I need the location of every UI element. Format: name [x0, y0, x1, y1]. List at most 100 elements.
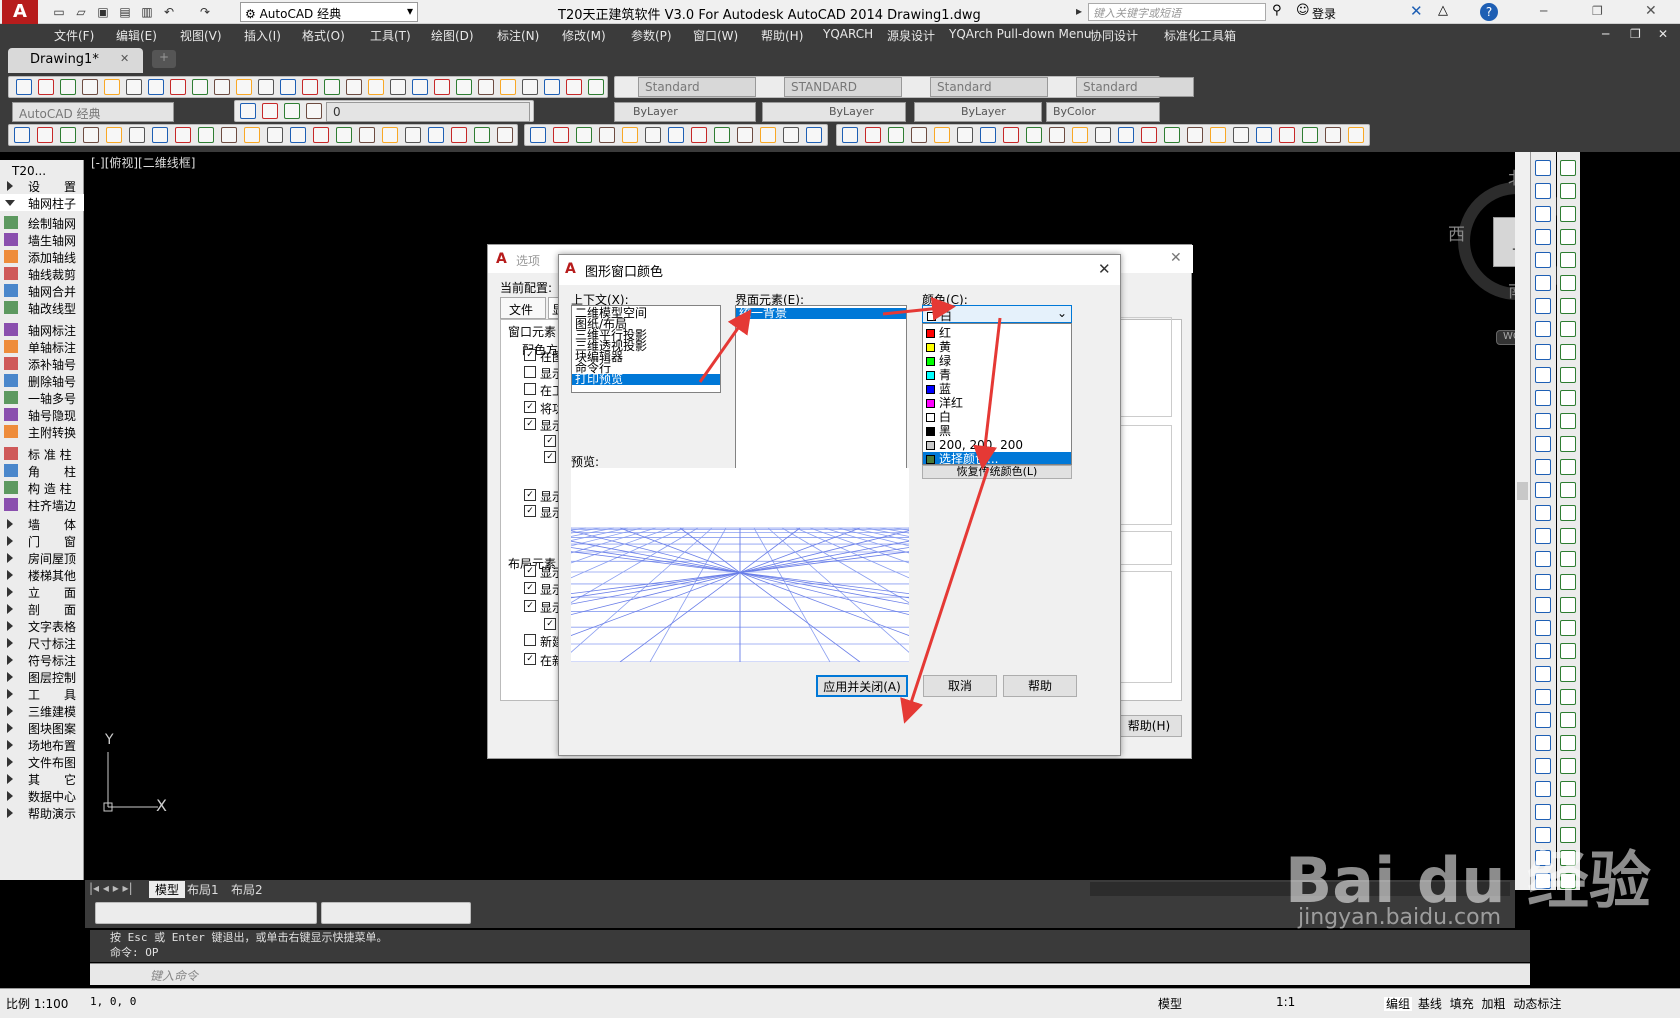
- draw-tool-icon[interactable]: [1560, 574, 1576, 590]
- layer-tool-icon[interactable]: [284, 103, 300, 119]
- modify-tool-icon[interactable]: [1535, 781, 1551, 797]
- apply-close-button[interactable]: 应用并关闭(A): [816, 675, 908, 697]
- draw-tool-icon[interactable]: [1560, 252, 1576, 268]
- multileader-style-select[interactable]: Standard: [1076, 77, 1194, 97]
- menu-item[interactable]: 标准化工具箱: [1164, 27, 1236, 44]
- modify-tool-icon[interactable]: [1535, 252, 1551, 268]
- menu-item[interactable]: 工具(T): [370, 27, 411, 44]
- sidebar-item[interactable]: 绘制轴网: [0, 214, 84, 231]
- element-list[interactable]: 统一背景: [735, 305, 907, 477]
- tz-tool-icon[interactable]: [129, 127, 145, 143]
- standard-tool-icon[interactable]: [148, 79, 164, 95]
- modify-tool-icon[interactable]: [1535, 528, 1551, 544]
- modify-tool-icon[interactable]: [1535, 183, 1551, 199]
- color-option[interactable]: 黄: [923, 340, 1071, 354]
- checkbox[interactable]: [524, 366, 536, 378]
- exchange-icon[interactable]: ✕: [1410, 2, 1423, 20]
- save-icon[interactable]: ▣: [94, 3, 112, 21]
- tz-tool-icon[interactable]: [1279, 127, 1295, 143]
- sidebar-item[interactable]: 单轴标注: [0, 338, 84, 355]
- tz-tool-icon[interactable]: [152, 127, 168, 143]
- color-option[interactable]: 200, 200, 200: [923, 438, 1071, 452]
- tz-tool-icon[interactable]: [1256, 127, 1272, 143]
- modify-tool-icon[interactable]: [1535, 551, 1551, 567]
- standard-tool-icon[interactable]: [500, 79, 516, 95]
- modify-tool-icon[interactable]: [1535, 620, 1551, 636]
- tz-tool-icon[interactable]: [599, 127, 615, 143]
- tz-tool-icon[interactable]: [382, 127, 398, 143]
- annotation-scale[interactable]: 1:1: [1276, 995, 1295, 1009]
- standard-tool-icon[interactable]: [16, 79, 32, 95]
- sidebar-item[interactable]: 其 它: [0, 770, 84, 787]
- sidebar-item[interactable]: 场地布置: [0, 736, 84, 753]
- sidebar-item[interactable]: 轴改线型: [0, 299, 84, 316]
- standard-tool-icon[interactable]: [302, 79, 318, 95]
- color-option[interactable]: 青: [923, 368, 1071, 382]
- sidebar-item[interactable]: 角 柱: [0, 462, 84, 479]
- standard-tool-icon[interactable]: [170, 79, 186, 95]
- draw-tool-icon[interactable]: [1560, 229, 1576, 245]
- draw-tool-icon[interactable]: [1560, 482, 1576, 498]
- sidebar-item[interactable]: 文字表格: [0, 617, 84, 634]
- color-option[interactable]: 白: [923, 410, 1071, 424]
- sidebar-item[interactable]: 柱齐墙边: [0, 496, 84, 513]
- modify-tool-icon[interactable]: [1535, 344, 1551, 360]
- modify-tool-icon[interactable]: [1535, 597, 1551, 613]
- document-tab[interactable]: Drawing1* ✕: [8, 48, 143, 73]
- tz-tool-icon[interactable]: [576, 127, 592, 143]
- sidebar-item[interactable]: 门 窗: [0, 532, 84, 549]
- tz-tool-icon[interactable]: [1233, 127, 1249, 143]
- draw-tool-icon[interactable]: [1560, 367, 1576, 383]
- tz-tool-icon[interactable]: [14, 127, 30, 143]
- plotstyle-control[interactable]: ByColor: [1046, 102, 1160, 122]
- sidebar-item[interactable]: 帮助演示: [0, 804, 84, 821]
- draw-tool-icon[interactable]: [1560, 206, 1576, 222]
- search-toggle-icon[interactable]: ▸: [1076, 4, 1082, 18]
- standard-tool-icon[interactable]: [544, 79, 560, 95]
- context-list-item[interactable]: 打印预览: [572, 373, 720, 385]
- tz-tool-icon[interactable]: [714, 127, 730, 143]
- standard-tool-icon[interactable]: [82, 79, 98, 95]
- sidebar-item[interactable]: 删除轴号: [0, 372, 84, 389]
- login-link[interactable]: 登录: [1312, 5, 1336, 22]
- tz-tool-icon[interactable]: [1072, 127, 1088, 143]
- draw-tool-icon[interactable]: [1560, 390, 1576, 406]
- modify-tool-icon[interactable]: [1535, 413, 1551, 429]
- tz-tool-icon[interactable]: [1118, 127, 1134, 143]
- status-toggle[interactable]: 动态标注: [1511, 997, 1563, 1011]
- menu-item[interactable]: YQARCH: [823, 27, 873, 41]
- checkbox[interactable]: ✓: [524, 653, 536, 665]
- tab-close-icon[interactable]: ✕: [120, 52, 129, 65]
- sidebar-item[interactable]: 添加轴线: [0, 248, 84, 265]
- menu-item[interactable]: 视图(V): [180, 27, 222, 44]
- draw-tool-icon[interactable]: [1560, 459, 1576, 475]
- sidebar-item[interactable]: 轴网标注: [0, 321, 84, 338]
- tz-tool-icon[interactable]: [645, 127, 661, 143]
- modify-tool-icon[interactable]: [1535, 436, 1551, 452]
- help-button[interactable]: 帮助: [1003, 675, 1077, 697]
- modify-tool-icon[interactable]: [1535, 367, 1551, 383]
- checkbox[interactable]: ✓: [524, 600, 536, 612]
- menu-item[interactable]: 帮助(H): [761, 27, 803, 44]
- checkbox[interactable]: ✓: [544, 435, 556, 447]
- model-button[interactable]: 模型: [1158, 995, 1182, 1012]
- modify-tool-icon[interactable]: [1535, 505, 1551, 521]
- sidebar-item[interactable]: 楼梯其他: [0, 566, 84, 583]
- tz-tool-icon[interactable]: [737, 127, 753, 143]
- sidebar-item[interactable]: 轴网合并: [0, 282, 84, 299]
- checkbox[interactable]: ✓: [524, 505, 536, 517]
- sidebar-item[interactable]: 构 造 柱: [0, 479, 84, 496]
- a360-icon[interactable]: △: [1438, 3, 1448, 18]
- compass-west[interactable]: 西: [1448, 220, 1465, 245]
- open-file-icon[interactable]: ▱: [72, 3, 90, 21]
- tz-tool-icon[interactable]: [428, 127, 444, 143]
- minimize-icon[interactable]: ─: [1540, 4, 1547, 18]
- tz-tool-icon[interactable]: [1164, 127, 1180, 143]
- element-list-item[interactable]: 统一背景: [736, 307, 906, 319]
- standard-tool-icon[interactable]: [280, 79, 296, 95]
- tz-tool-icon[interactable]: [1003, 127, 1019, 143]
- modify-tool-icon[interactable]: [1535, 206, 1551, 222]
- standard-tool-icon[interactable]: [60, 79, 76, 95]
- close-icon[interactable]: ✕: [1645, 3, 1657, 19]
- sidebar-item[interactable]: 图块图案: [0, 719, 84, 736]
